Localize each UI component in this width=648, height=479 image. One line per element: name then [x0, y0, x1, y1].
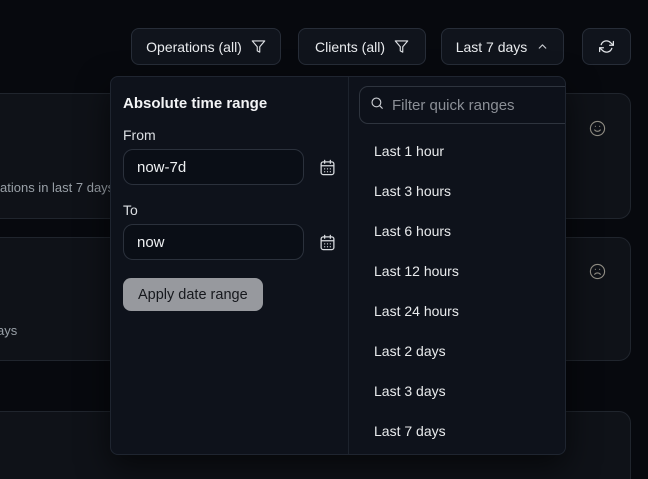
quick-ranges-filter-input[interactable]	[392, 97, 566, 114]
clients-filter-label: Clients (all)	[315, 39, 385, 55]
filter-icon	[394, 39, 409, 54]
clients-filter-button[interactable]: Clients (all)	[298, 28, 426, 65]
calendar-icon	[319, 159, 336, 176]
to-field-row	[123, 224, 336, 260]
quick-range-option-last-1-hour[interactable]: Last 1 hour	[359, 131, 566, 171]
background-card-middle-caption: ays	[0, 323, 17, 338]
quick-range-option-last-3-days[interactable]: Last 3 days	[359, 371, 566, 411]
from-input[interactable]	[123, 149, 304, 185]
time-range-button[interactable]: Last 7 days	[441, 28, 564, 65]
app-root: ations in last 7 days ays Operations (al…	[0, 0, 648, 479]
calendar-icon	[319, 234, 336, 251]
quick-ranges-section: Last 1 hour Last 3 hours Last 6 hours La…	[349, 77, 566, 454]
filter-icon	[251, 39, 266, 54]
quick-range-option-last-3-hours[interactable]: Last 3 hours	[359, 171, 566, 211]
absolute-time-range-title: Absolute time range	[123, 95, 336, 113]
operations-filter-label: Operations (all)	[146, 39, 242, 55]
quick-ranges-search	[359, 86, 566, 124]
to-calendar-button[interactable]	[319, 234, 336, 251]
frown-icon	[589, 263, 606, 280]
quick-ranges-list: Last 1 hour Last 3 hours Last 6 hours La…	[359, 131, 566, 451]
time-range-picker-panel: Absolute time range From	[110, 76, 566, 455]
quick-range-option-last-2-days[interactable]: Last 2 days	[359, 331, 566, 371]
from-label: From	[123, 128, 336, 142]
time-range-label: Last 7 days	[456, 39, 528, 55]
absolute-time-range-section: Absolute time range From	[111, 77, 349, 454]
quick-range-option-last-24-hours[interactable]: Last 24 hours	[359, 291, 566, 331]
quick-range-option-last-12-hours[interactable]: Last 12 hours	[359, 251, 566, 291]
apply-date-range-button[interactable]: Apply date range	[123, 278, 263, 311]
background-card-top-caption: ations in last 7 days	[0, 180, 114, 195]
smile-icon	[589, 120, 606, 137]
from-field-row	[123, 149, 336, 185]
operations-filter-button[interactable]: Operations (all)	[131, 28, 281, 65]
quick-range-option-last-6-hours[interactable]: Last 6 hours	[359, 211, 566, 251]
refresh-button[interactable]	[582, 28, 631, 65]
chevron-up-icon	[536, 40, 549, 53]
to-input[interactable]	[123, 224, 304, 260]
to-label: To	[123, 203, 336, 217]
from-calendar-button[interactable]	[319, 159, 336, 176]
refresh-icon	[599, 39, 614, 54]
search-icon	[370, 96, 384, 115]
quick-range-option-last-7-days[interactable]: Last 7 days	[359, 411, 566, 451]
